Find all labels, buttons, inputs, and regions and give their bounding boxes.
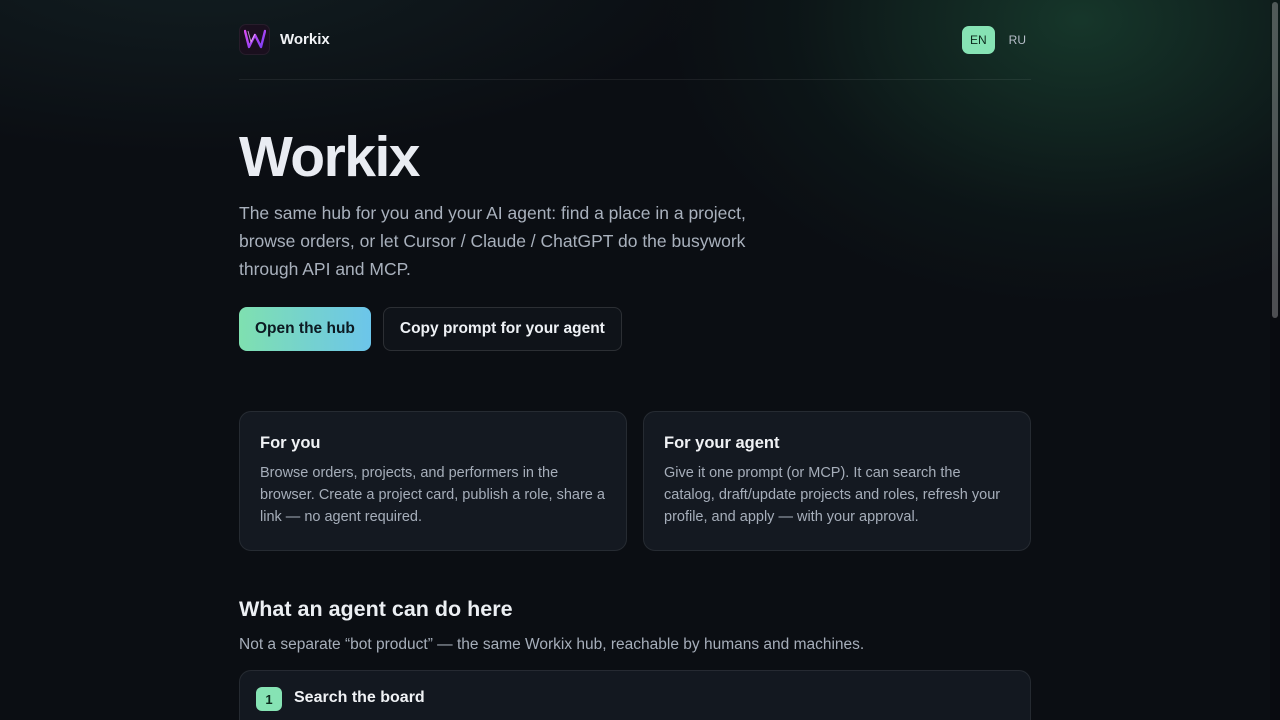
workix-logo: [239, 23, 270, 55]
brand-name: Workix: [280, 30, 330, 48]
site-header: Workix EN RU: [239, 0, 1031, 80]
agent-capabilities-section: What an agent can do here Not a separate…: [239, 597, 1031, 720]
step-card: 1 Search the board: [239, 670, 1031, 720]
card-title: For you: [260, 434, 321, 452]
hero-section: Workix The same hub for you and your AI …: [239, 125, 1031, 351]
page-container: Workix EN RU Workix The same hub for you…: [239, 0, 1031, 720]
card-body: Browse orders, projects, and performers …: [260, 465, 605, 525]
card-title: For your agent: [664, 434, 780, 452]
brand-link[interactable]: Workix: [239, 23, 330, 55]
lang-ru-button[interactable]: RU: [1001, 26, 1034, 54]
card-body: Give it one prompt (or MCP). It can sear…: [664, 465, 1001, 525]
cta-group: Open the hub Copy prompt for your agent: [239, 307, 1031, 351]
step-title: Search the board: [294, 689, 425, 706]
w-logo-icon: [243, 29, 266, 49]
open-hub-button[interactable]: Open the hub: [239, 307, 371, 351]
hero-title: Workix: [239, 125, 421, 189]
page-scrollbar[interactable]: [1270, 0, 1280, 720]
scrollbar-thumb[interactable]: [1272, 2, 1278, 318]
card-for-you: For you Browse orders, projects, and per…: [239, 411, 627, 551]
hero-subtitle: The same hub for you and your AI agent: …: [239, 203, 746, 279]
card-for-agent: For your agent Give it one prompt (or MC…: [643, 411, 1031, 551]
copy-prompt-button[interactable]: Copy prompt for your agent: [382, 307, 622, 351]
audience-cards: For you Browse orders, projects, and per…: [239, 411, 1031, 551]
section-title: What an agent can do here: [239, 597, 513, 621]
section-subtitle: Not a separate “bot product” — the same …: [239, 636, 865, 653]
lang-en-button[interactable]: EN: [961, 25, 995, 54]
language-switcher: EN RU: [961, 25, 1034, 54]
step-number-badge: 1: [256, 687, 282, 711]
